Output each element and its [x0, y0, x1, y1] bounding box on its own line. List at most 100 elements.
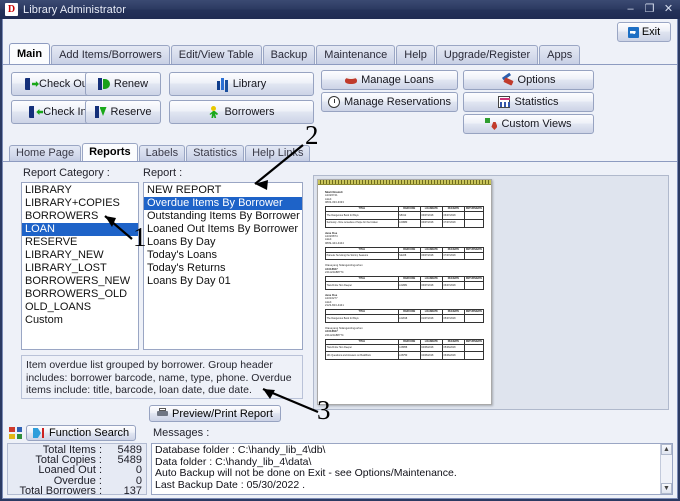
action-button-panel: Check Out Renew Library Manage Loans Opt… [3, 65, 677, 143]
report-table: TITLE BARCODE LOANDATE DUEDATE RETURNDAT… [325, 276, 484, 290]
tab-add-items-borrowers[interactable]: Add Items/Borrowers [51, 45, 170, 64]
reserve-button[interactable]: Reserve [85, 100, 161, 124]
report-group: Nkali Nnamdi A1026741 Adult 0803-333-333… [325, 191, 484, 228]
bottom-status-area: Function Search Messages : Total Items :… [3, 423, 677, 497]
manage-loans-button-label: Manage Loans [361, 73, 434, 86]
report-category-label: Report Category : [23, 167, 110, 179]
manage-loans-icon [345, 74, 358, 86]
cell-returndate [464, 218, 484, 228]
sub-tab-statistics[interactable]: Statistics [186, 145, 245, 161]
minimize-icon[interactable]: – [625, 4, 636, 15]
list-item[interactable]: Loans By Day 01 [144, 275, 302, 288]
custom-views-icon [485, 118, 497, 130]
list-item[interactable]: BORROWERS_OLD [22, 288, 138, 301]
scroll-up-icon[interactable]: ▲ [661, 444, 672, 455]
function-search-button[interactable]: Function Search [26, 425, 137, 441]
statistics-chart-icon [498, 96, 511, 108]
annotation-number-3: 3 [317, 395, 331, 425]
tab-backup[interactable]: Backup [262, 45, 316, 64]
cell-loandate: 06/07/2018 [419, 211, 443, 220]
list-item[interactable]: Today's Returns [144, 262, 302, 275]
tab-maintenance[interactable]: Maintenance [316, 45, 396, 64]
list-item[interactable]: Custom [22, 314, 138, 327]
maximize-icon[interactable]: ❐ [644, 4, 655, 15]
report-preview-body: Nkali Nnamdi A1026741 Adult 0803-333-333… [318, 185, 491, 360]
borrowers-button[interactable]: Borrowers [169, 100, 314, 124]
cell-title: Tiwa Finite He's Deeper [325, 281, 399, 290]
report-description: Item overdue list grouped by borrower. G… [21, 355, 303, 399]
custom-views-button[interactable]: Custom Views [463, 114, 594, 134]
report-listbox[interactable]: NEW REPORT Overdue Items By Borrower Out… [143, 182, 303, 350]
exit-arrow-icon [627, 26, 639, 38]
scroll-down-icon[interactable]: ▼ [661, 483, 672, 494]
report-table: TITLE BARCODE LOANDATE DUEDATE RETURNDAT… [325, 246, 484, 261]
sub-tab-help-links[interactable]: Help Links [245, 145, 311, 161]
messages-label: Messages : [153, 427, 210, 439]
table-row: Pamela: Surviving the Stormy Seasons S22… [325, 251, 484, 261]
sub-tab-bar: Home Page Reports Labels Statistics Help… [3, 143, 677, 161]
statistics-button-label: Statistics [514, 95, 559, 108]
library-books-icon [216, 78, 229, 90]
tab-upgrade-register[interactable]: Upgrade/Register [435, 45, 539, 64]
options-button[interactable]: Options [463, 70, 594, 90]
door-in-icon [29, 106, 35, 118]
list-item[interactable]: OLD_LOANS [22, 301, 138, 314]
messages-box[interactable]: Database folder : C:\handy_lib_4\db\ Dat… [151, 443, 673, 495]
table-row: Seriously - Nice remedies of hope for th… [325, 218, 484, 228]
cell-returndate [464, 351, 484, 360]
cell-barcode: L00880 [397, 218, 421, 228]
list-item[interactable]: LIBRARY+COPIES [22, 197, 138, 210]
list-item[interactable]: Loaned Out Items By Borrower [144, 223, 302, 236]
renew-button[interactable]: Renew [85, 72, 161, 96]
cell-loandate: 06/07/2018 [419, 218, 443, 228]
cell-barcode: L02818 [397, 314, 421, 323]
exit-button[interactable]: Exit [617, 22, 671, 42]
tab-apps[interactable]: Apps [539, 45, 581, 64]
statistics-button[interactable]: Statistics [463, 92, 594, 112]
list-item[interactable]: LIBRARY_LOST [22, 262, 138, 275]
list-item[interactable]: Today's Loans [144, 249, 302, 262]
library-button[interactable]: Library [169, 72, 314, 96]
window-title: Library Administrator [23, 3, 126, 16]
report-preview-pane[interactable]: Nkali Nnamdi A1026741 Adult 0803-333-333… [313, 175, 669, 410]
sub-tab-labels[interactable]: Labels [138, 145, 186, 161]
title-bar: D Library Administrator – ❐ ✕ [0, 0, 680, 19]
list-item[interactable]: RESERVE [22, 236, 138, 249]
list-item[interactable]: Loans By Day [144, 236, 302, 249]
report-label: Report : [143, 167, 183, 179]
cell-title: Tiwa Finite He's Deeper [325, 343, 399, 353]
manage-loans-button[interactable]: Manage Loans [321, 70, 458, 90]
annotation-number-1: 1 [133, 222, 147, 252]
preview-print-report-button[interactable]: Preview/Print Report [149, 405, 281, 422]
report-group: Olaseyang Ndangwolingushun A1018847 2411… [325, 327, 484, 360]
list-item[interactable]: LIBRARY [22, 184, 138, 197]
tab-help[interactable]: Help [396, 45, 435, 64]
report-group: Olaseyang Ndangwolingushun A1018847 2411… [325, 264, 484, 290]
report-category-listbox[interactable]: LIBRARY LIBRARY+COPIES BORROWERS LOAN RE… [21, 182, 139, 350]
cell-title: Seriously - Nice remedies of hope for th… [325, 218, 399, 228]
tab-edit-view-table[interactable]: Edit/View Table [170, 45, 262, 64]
list-item[interactable]: Outstanding Items By Borrower [144, 210, 302, 223]
close-icon[interactable]: ✕ [663, 4, 674, 15]
cell-barcode: L08750 [397, 351, 421, 360]
manage-reservations-button[interactable]: Manage Reservations [321, 92, 458, 112]
report-group: Jane Doe A1016277 Adult 2123-823-4441 TI… [325, 294, 484, 323]
list-item[interactable]: NEW REPORT [144, 184, 302, 197]
list-item[interactable]: BORROWERS_NEW [22, 275, 138, 288]
list-item[interactable]: LIBRARY_NEW [22, 249, 138, 262]
renew-icon [97, 78, 110, 90]
list-item-selected[interactable]: Overdue Items By Borrower [144, 197, 302, 210]
cell-title: Pamela: Surviving the Stormy Seasons [325, 251, 399, 261]
main-tab-bar: Main Add Items/Borrowers Edit/View Table… [3, 43, 677, 65]
list-item-selected[interactable]: LOAN [22, 223, 138, 236]
cell-duedate: 06/07/2018 [441, 281, 466, 290]
group-type: 241124A88774 [325, 333, 344, 337]
sub-tab-reports[interactable]: Reports [82, 143, 138, 161]
list-item[interactable]: BORROWERS [22, 210, 138, 223]
door-out-icon [25, 78, 31, 90]
stat-key: Total Borrowers : [19, 484, 102, 497]
messages-scrollbar[interactable]: ▲ ▼ [660, 444, 672, 494]
tab-main[interactable]: Main [9, 43, 51, 64]
function-search-label: Function Search [49, 427, 130, 439]
sub-tab-home-page[interactable]: Home Page [9, 145, 82, 161]
